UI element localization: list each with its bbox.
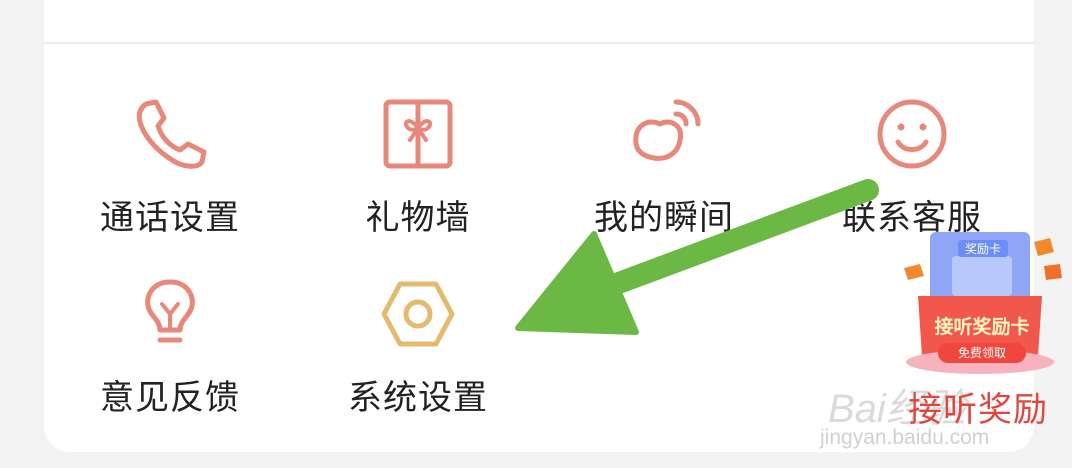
my-moments-label: 我的瞬间 xyxy=(594,198,734,238)
hexagon-icon xyxy=(380,276,456,352)
moments-icon xyxy=(626,96,702,172)
system-settings-item[interactable]: 系统设置 xyxy=(310,276,520,446)
smile-icon xyxy=(874,96,950,172)
divider xyxy=(44,42,1034,44)
gift-icon xyxy=(380,96,456,172)
phone-icon xyxy=(132,96,208,172)
card-tag: 奖励卡 xyxy=(958,240,1008,257)
claim-free-button[interactable]: 免费领取 xyxy=(938,343,1026,363)
gift-wall-item[interactable]: 礼物墙 xyxy=(310,96,520,266)
feedback-label: 意见反馈 xyxy=(100,378,240,418)
reward-caption[interactable]: 接听奖励 xyxy=(908,382,1048,431)
system-settings-label: 系统设置 xyxy=(348,378,488,418)
call-settings-item[interactable]: 通话设置 xyxy=(62,96,272,266)
feedback-item[interactable]: 意见反馈 xyxy=(62,276,272,446)
promo-title: 接听奖励卡 xyxy=(934,316,1030,338)
lightbulb-icon xyxy=(132,276,208,352)
reward-card-promo[interactable]: 奖励卡 接听奖励卡 免费领取 xyxy=(894,226,1066,380)
my-moments-item[interactable]: 我的瞬间 xyxy=(556,96,766,266)
call-settings-label: 通话设置 xyxy=(100,198,240,238)
gift-wall-label: 礼物墙 xyxy=(365,198,471,238)
